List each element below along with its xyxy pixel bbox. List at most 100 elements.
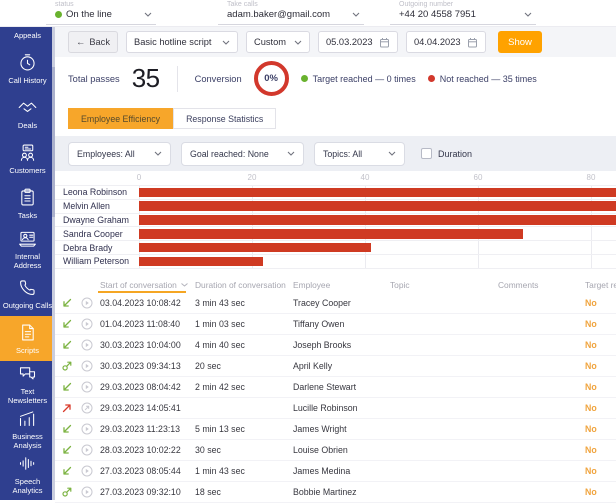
sidebar-item-customers[interactable]: Customers — [0, 136, 55, 181]
conversion-label: Conversion — [194, 73, 242, 84]
sidebar-item-scripts[interactable]: Scripts — [0, 316, 55, 361]
duration-cell: 1 min 03 sec — [195, 319, 245, 329]
conversion-ring: 0% — [253, 61, 289, 96]
target-reached-cell: No — [585, 340, 597, 350]
business-analysis-icon — [17, 408, 38, 429]
sidebar-item-speech-analytics[interactable]: Speech Analytics — [0, 451, 55, 496]
take-calls-select[interactable]: Take calls adam.baker@gmail.com — [218, 1, 364, 25]
start-of-conversation-cell: 27.03.2023 09:32:10 — [100, 487, 181, 497]
table-row[interactable]: 29.03.2023 11:23:13 5 min 13 sec James Wri… — [55, 419, 616, 440]
play-record-button[interactable] — [81, 360, 100, 372]
incoming-call-icon — [62, 466, 81, 476]
play-record-button[interactable] — [81, 486, 100, 498]
status-select[interactable]: status On the line — [46, 1, 156, 25]
chevron-down-icon — [222, 40, 230, 45]
table-row[interactable]: 30.03.2023 10:04:00 4 min 40 sec Joseph Br… — [55, 335, 616, 356]
play-record-button[interactable] — [81, 465, 100, 477]
chart-category-label: Sandra Cooper — [63, 228, 123, 239]
column-header[interactable]: Start of conversation — [98, 280, 195, 293]
text-newsletters-icon — [17, 363, 38, 384]
deals-icon — [17, 97, 38, 118]
take-calls-value: adam.baker@gmail.com — [227, 9, 331, 20]
sidebar-scrollbar-thumb[interactable] — [52, 67, 55, 217]
sidebar-item-label: Call History — [8, 76, 47, 85]
duration-checkbox[interactable] — [421, 148, 432, 159]
chart-x-tick: 0 — [136, 173, 142, 182]
start-of-conversation-cell: 29.03.2023 11:23:13 — [100, 424, 181, 434]
incoming-call-icon — [62, 319, 81, 329]
sidebar-item-tasks[interactable]: Tasks — [0, 181, 55, 226]
chevron-down-icon — [388, 151, 396, 156]
start-of-conversation-cell: 29.03.2023 14:05:41 — [100, 403, 181, 413]
date-to-field[interactable]: 04.04.2023 — [406, 31, 486, 53]
red-dot-icon — [427, 75, 435, 82]
table-row[interactable]: 30.03.2023 09:34:13 20 sec April Kelly No — [55, 356, 616, 377]
calendar-icon — [468, 37, 477, 47]
start-of-conversation-cell: 28.03.2023 10:02:22 — [100, 445, 181, 455]
outgoing-call-icon — [62, 361, 81, 371]
table-row[interactable]: 03.04.2023 10:08:42 3 min 43 sec Tracey Co… — [55, 293, 616, 314]
column-header[interactable]: Comments — [498, 280, 585, 290]
table-row[interactable]: 01.04.2023 11:08:40 1 min 03 sec Tiffany O… — [55, 314, 616, 335]
sidebar-item-text-newsletters[interactable]: Text Newsletters — [0, 361, 55, 406]
call-history-icon — [17, 52, 38, 73]
chart-bar — [139, 256, 263, 267]
back-button[interactable]: ← Back — [68, 31, 118, 53]
chart-bar — [139, 201, 616, 211]
goal-reached-filter-select[interactable]: Goal reached: None — [181, 141, 304, 166]
sidebar-item-label: Deals — [17, 121, 38, 130]
play-record-button[interactable] — [81, 381, 100, 393]
start-of-conversation-cell: 29.03.2023 08:04:42 — [100, 382, 181, 392]
employee-cell: Joseph Brooks — [293, 340, 352, 350]
topics-filter-select[interactable]: Topics: All — [314, 141, 405, 166]
calendar-icon — [380, 37, 389, 47]
period-select[interactable]: Custom — [246, 31, 310, 53]
column-header[interactable]: Topic — [390, 280, 498, 290]
sidebar-item-label: Text Newsletters — [7, 386, 48, 405]
outgoing-call-icon — [62, 487, 81, 497]
back-label: Back — [89, 37, 110, 47]
script-select[interactable]: Basic hotline script — [126, 31, 238, 53]
column-header[interactable]: Target reached — [585, 280, 616, 290]
column-header[interactable]: Duration of conversation — [195, 280, 293, 290]
tab-response-statistics[interactable]: Response Statistics — [173, 108, 277, 129]
outgoing-number-select[interactable]: Outgoing number +44 20 4558 7951 — [390, 1, 536, 25]
employee-cell: James Medina — [293, 466, 351, 476]
play-record-button[interactable] — [81, 339, 100, 351]
play-record-button[interactable] — [81, 423, 100, 435]
sidebar: Appeals Call History Deals Customers Tasks In… — [0, 27, 55, 500]
chart-bar — [139, 242, 371, 253]
sidebar-item-internal-address[interactable]: Internal Address — [0, 226, 55, 271]
sidebar-item-label: Speech Analytics — [12, 476, 43, 495]
table-row[interactable]: 29.03.2023 08:04:42 2 min 42 sec Darlene S… — [55, 377, 616, 398]
target-reached-cell: No — [585, 424, 597, 434]
status-online-dot — [55, 11, 62, 18]
topbar: status On the line Take calls adam.baker… — [0, 0, 616, 27]
sidebar-item-deals[interactable]: Deals — [0, 91, 55, 136]
play-record-button[interactable] — [81, 297, 100, 309]
employees-filter-select[interactable]: Employees: All — [68, 141, 171, 166]
sidebar-item-outgoing-calls[interactable]: Outgoing Calls — [0, 271, 55, 316]
conversion-value: 0% — [264, 73, 278, 84]
show-button[interactable]: Show — [498, 31, 542, 53]
sidebar-item-appeals[interactable]: Appeals — [0, 27, 55, 46]
employee-cell: Louise Obrien — [293, 445, 348, 455]
play-record-button[interactable] — [81, 444, 100, 456]
duration-checkbox-label: Duration — [438, 148, 473, 159]
sidebar-item-call-history[interactable]: Call History — [0, 46, 55, 91]
chevron-down-icon — [144, 12, 152, 17]
table-row[interactable]: 27.03.2023 08:05:44 1 min 43 sec James Med… — [55, 461, 616, 482]
sidebar-item-label: Customers — [9, 166, 46, 175]
play-record-button[interactable] — [81, 318, 100, 330]
table-row[interactable]: 28.03.2023 10:02:22 30 sec Louise Obrien No — [55, 440, 616, 461]
chart-category-label: Debra Brady — [63, 242, 113, 253]
sidebar-item-business-analysis[interactable]: Business Analysis — [0, 406, 55, 451]
date-from-field[interactable]: 05.03.2023 — [318, 31, 398, 53]
sidebar-item-label: Appeals — [13, 31, 42, 40]
chart-category-label: Melvin Allen — [63, 201, 110, 212]
column-header[interactable]: Employee — [293, 280, 390, 290]
table-row[interactable]: 29.03.2023 14:05:41 Lucille Robinson No — [55, 398, 616, 419]
tab-employee-efficiency[interactable]: Employee Efficiency — [68, 108, 174, 129]
chart-x-tick: 80 — [586, 173, 596, 182]
target-reached-cell: No — [585, 298, 597, 308]
